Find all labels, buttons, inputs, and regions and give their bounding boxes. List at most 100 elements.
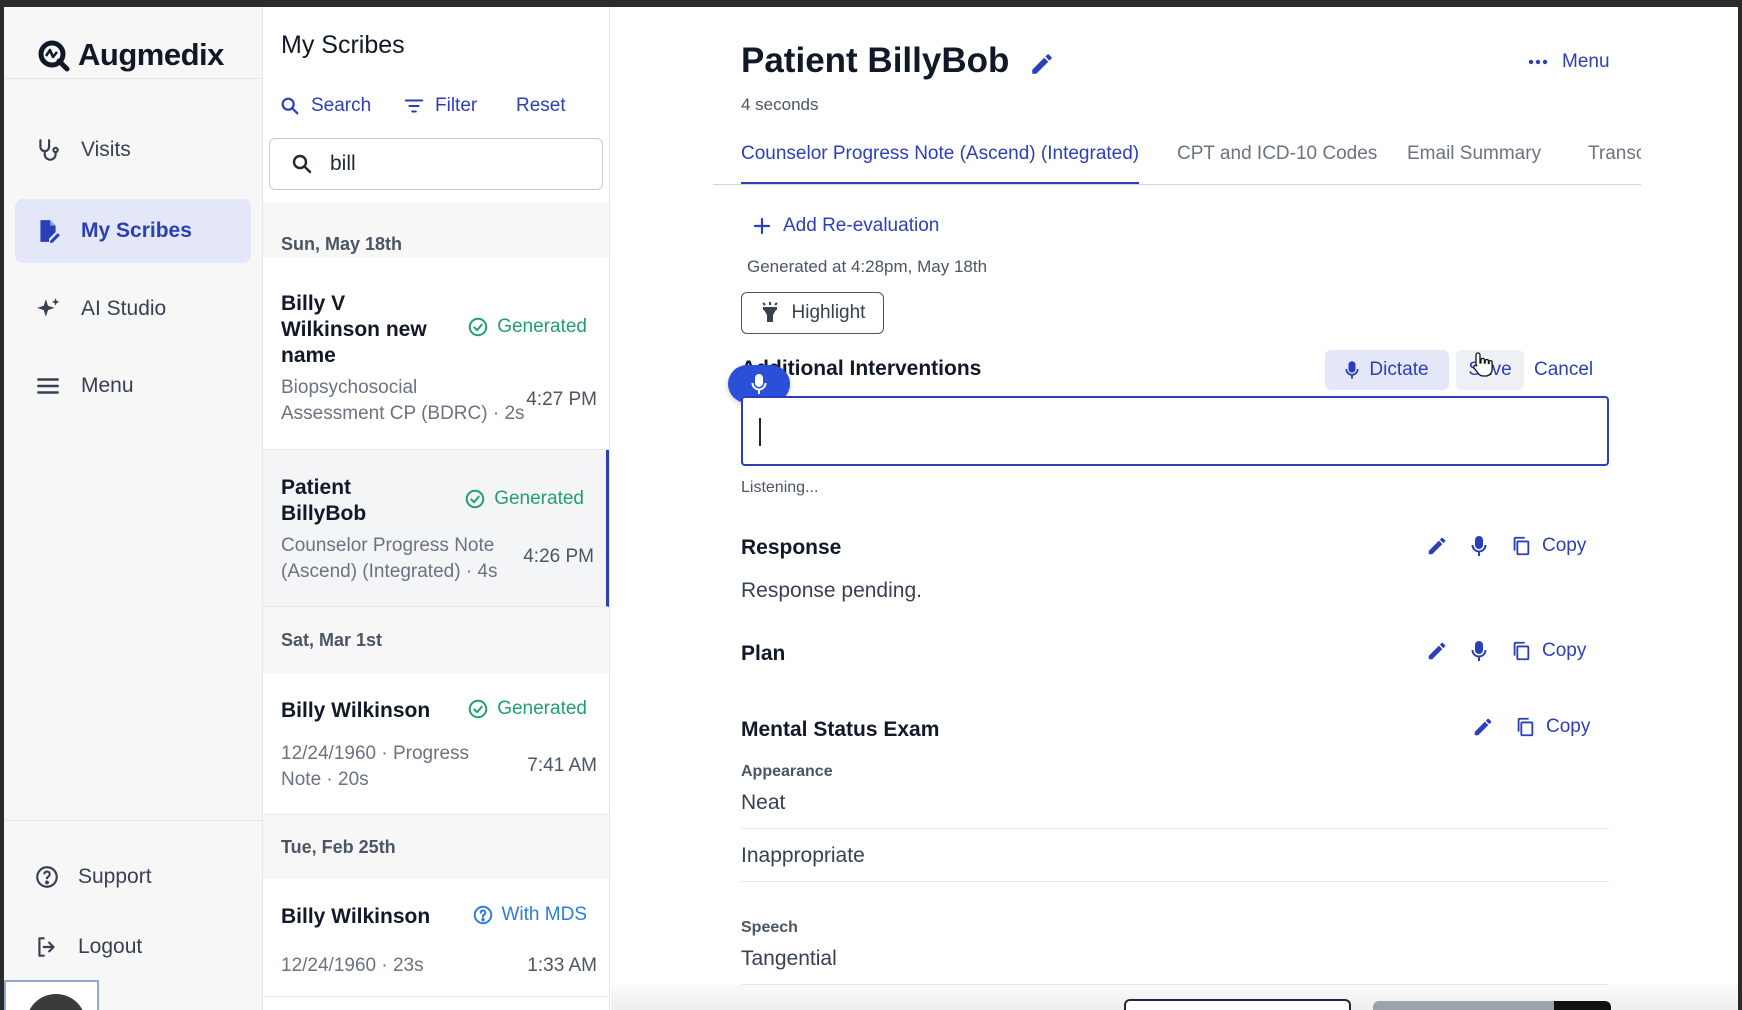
highlight-button[interactable]: Highlight [741,292,884,334]
sidebar-divider [4,78,263,79]
item-name-line: Wilkinson new [281,318,427,341]
tab-cpt-icd10-codes[interactable]: CPT and ICD-10 Codes [1177,143,1377,184]
pencil-icon[interactable] [1426,640,1448,662]
date-group-header: Tue, Feb 25th [263,815,609,879]
tab-transcript[interactable]: Transcri [1588,143,1641,184]
filter-button[interactable]: Filter [403,95,477,117]
microphone-icon[interactable] [1468,640,1490,662]
sidebar-item-label: Menu [81,374,134,397]
brand-name: Augmedix [78,37,224,72]
item-subtitle-line: 12/24/1960 · Progress [281,743,470,764]
search-input[interactable] [330,152,570,176]
status-label: With MDS [501,904,588,925]
date-group-label: Tue, Feb 25th [281,836,396,857]
tab-email-summary[interactable]: Email Summary [1407,143,1541,184]
augmedix-logo-icon [38,40,70,72]
item-subtitle-line: Assessment CP (BDRC) · 2s [281,403,525,424]
sidebar-item-visits[interactable]: Visits [15,118,251,182]
plus-icon [753,217,771,235]
list-item[interactable]: Billy Wilkinson With MDS 12/24/1960 · 23… [263,879,609,997]
cancel-button[interactable]: Cancel [1534,359,1593,381]
date-group-label: Sat, Mar 1st [281,629,383,650]
sidebar-item-label: My Scribes [81,219,192,242]
search-button[interactable]: Search [279,95,371,117]
filter-icon [404,99,424,113]
sidebar-divider [4,820,263,821]
copy-icon [1513,536,1530,556]
field-value: Tangential [741,947,837,970]
copy-button[interactable]: Copy [1510,640,1586,662]
pencil-icon[interactable] [1472,716,1494,738]
pencil-icon[interactable] [1426,535,1448,557]
bottom-primary-button[interactable] [1373,1001,1611,1010]
duration-text: 4 seconds [741,95,819,114]
list-item[interactable]: Billy Wilkinson Generated 12/24/1960 · P… [263,673,609,815]
help-circle-icon [36,866,58,888]
copy-icon [1517,717,1534,737]
search-icon [281,97,299,115]
field-value: Inappropriate [741,844,865,867]
check-circle-icon [465,489,485,509]
dictate-label: Dictate [1369,359,1429,380]
response-actions: Copy [1426,535,1586,557]
item-subtitle-line: Counselor Progress Note [281,535,495,556]
item-name-line: name [281,344,336,367]
highlight-label: Highlight [791,302,866,323]
add-reevaluation-label: Add Re-evaluation [783,215,940,236]
logo[interactable]: Augmedix [36,27,224,83]
document-edit-icon [40,220,60,243]
add-reevaluation-button[interactable]: Add Re-evaluation [753,215,939,237]
item-name-line: Billy Wilkinson [281,905,431,928]
search-field[interactable] [269,138,603,190]
sidebar-item-my-scribes[interactable]: My Scribes [15,199,251,263]
list-item[interactable]: Patient BillyBob Generated Counselor Pro… [263,450,609,607]
item-name-line: Billy V [281,292,346,315]
logout-link[interactable]: Logout [34,934,142,960]
scribe-list-panel: My Scribes Search Filter Reset Sun, May … [263,7,610,1010]
status-badge: Generated [467,316,587,338]
sidebar-item-menu[interactable]: Menu [15,354,251,418]
logout-label: Logout [78,935,143,958]
status-label: Generated [494,488,584,509]
status-label: Generated [497,698,587,719]
generated-timestamp: Generated at 4:28pm, May 18th [747,257,988,276]
item-subtitle-line: (Ascend) (Integrated) · 4s [281,561,498,582]
bottom-secondary-button[interactable] [1124,999,1351,1010]
copy-button[interactable]: Copy [1510,535,1586,557]
item-time: 1:33 AM [527,955,597,976]
item-time: 4:27 PM [526,389,597,410]
sidebar-item-ai-studio[interactable]: AI Studio [15,277,251,341]
interventions-text-field[interactable] [741,396,1609,466]
listening-status: Listening... [741,479,819,496]
item-subtitle-line: 12/24/1960 · 23s [281,955,424,976]
avatar[interactable] [4,980,99,1010]
copy-label: Copy [1542,640,1587,661]
search-icon [292,154,312,174]
tab-counselor-progress-note[interactable]: Counselor Progress Note (Ascend) (Integr… [741,143,1140,184]
sidebar: Augmedix Visits My Scribes AI Studio Men… [4,7,263,1010]
status-badge: Generated [467,698,587,720]
copy-button[interactable]: Copy [1514,716,1590,738]
item-name-line: Patient [281,476,352,499]
check-circle-icon [468,699,488,719]
item-subtitle-line: Note · 20s [281,769,369,790]
section-title-plan: Plan [741,642,786,665]
menu-button[interactable]: Menu [1528,51,1610,73]
note-tabs: Counselor Progress Note (Ascend) (Integr… [713,135,1641,185]
list-item[interactable]: Billy V Wilkinson new name Generated Bio… [263,257,609,450]
sidebar-item-label: AI Studio [81,297,167,320]
support-link[interactable]: Support [34,864,152,890]
microphone-icon[interactable] [1468,535,1490,557]
pencil-icon[interactable] [1029,51,1055,77]
status-badge: Generated [464,488,584,510]
page-title: Patient BillyBob [741,41,1010,80]
flashlight-icon [761,302,778,322]
reset-button-label: Reset [516,95,566,116]
help-circle-icon [473,905,492,925]
section-title-response: Response [741,536,842,559]
reset-button[interactable]: Reset [516,95,566,117]
dictate-button[interactable]: Dictate [1325,350,1449,390]
mse-actions: Copy [1472,716,1590,738]
item-name-line: Billy Wilkinson [281,699,431,722]
text-caret [759,418,761,446]
